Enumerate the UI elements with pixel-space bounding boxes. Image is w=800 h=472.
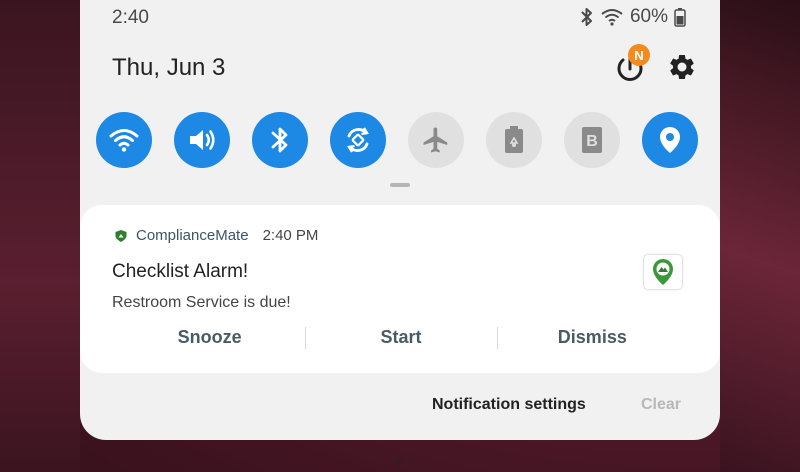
snooze-button[interactable]: Snooze <box>114 313 305 361</box>
compliancemate-app-icon <box>115 229 127 242</box>
notification-actions: Snooze Start Dismiss <box>114 313 688 361</box>
notification-body: Restroom Service is due! <box>112 294 291 311</box>
battery-percent: 60% <box>629 6 668 27</box>
wifi-icon <box>601 9 623 26</box>
notification-time: 2:40 PM <box>262 227 319 244</box>
notification-card[interactable]: ComplianceMate 2:40 PM Checklist Alarm! … <box>80 205 720 373</box>
power-badge: N <box>628 44 650 66</box>
quick-toggle-wifi[interactable] <box>96 112 152 168</box>
start-button[interactable]: Start <box>305 313 496 361</box>
notification-header: ComplianceMate 2:40 PM <box>114 227 318 244</box>
quick-toggle-sound[interactable] <box>174 112 230 168</box>
notification-large-icon <box>644 255 682 289</box>
quick-toggle-auto-rotate[interactable] <box>330 112 386 168</box>
auto-rotate-icon <box>347 127 369 153</box>
notification-title: Checklist Alarm! <box>112 261 249 282</box>
status-icons: 60% <box>580 6 686 28</box>
wallpaper-left <box>0 0 80 472</box>
battery-icon <box>674 8 686 27</box>
panel-drag-handle[interactable] <box>390 183 410 187</box>
dismiss-button[interactable]: Dismiss <box>496 313 688 361</box>
wallpaper-right <box>720 0 800 472</box>
quick-settings-row: B <box>96 112 716 168</box>
wallpaper-location-icon <box>394 458 402 468</box>
quick-toggle-bluetooth[interactable] <box>252 112 308 168</box>
quick-toggle-blue-light-filter[interactable]: B <box>564 112 620 168</box>
bluetooth-icon <box>271 127 288 153</box>
blue-light-filter-icon: B <box>582 127 602 153</box>
clear-button[interactable]: Clear <box>641 396 681 414</box>
wifi-icon <box>109 129 139 152</box>
date-row: Thu, Jun 3 N <box>80 44 720 92</box>
bluetooth-icon <box>581 8 592 26</box>
airplane-icon <box>423 127 448 153</box>
quick-toggle-power-saving[interactable] <box>486 112 542 168</box>
compliancemate-logo-icon <box>653 259 673 285</box>
date-label: Thu, Jun 3 <box>112 54 226 81</box>
notification-settings-button[interactable]: Notification settings <box>432 396 586 414</box>
notification-panel: 2:40 60% Thu, Jun 3 N B ComplianceMate 2… <box>80 0 720 440</box>
panel-footer: Notification settings Clear <box>80 390 720 426</box>
status-time: 2:40 <box>112 7 149 28</box>
location-icon <box>660 127 680 153</box>
status-bar: 2:40 60% <box>80 0 720 34</box>
svg-text:B: B <box>586 133 598 150</box>
gear-icon[interactable] <box>667 52 697 82</box>
quick-toggle-location[interactable] <box>642 112 698 168</box>
volume-icon <box>190 130 215 150</box>
power-saving-icon <box>505 126 523 153</box>
quick-toggle-airplane[interactable] <box>408 112 464 168</box>
notification-app-name: ComplianceMate <box>136 227 249 244</box>
